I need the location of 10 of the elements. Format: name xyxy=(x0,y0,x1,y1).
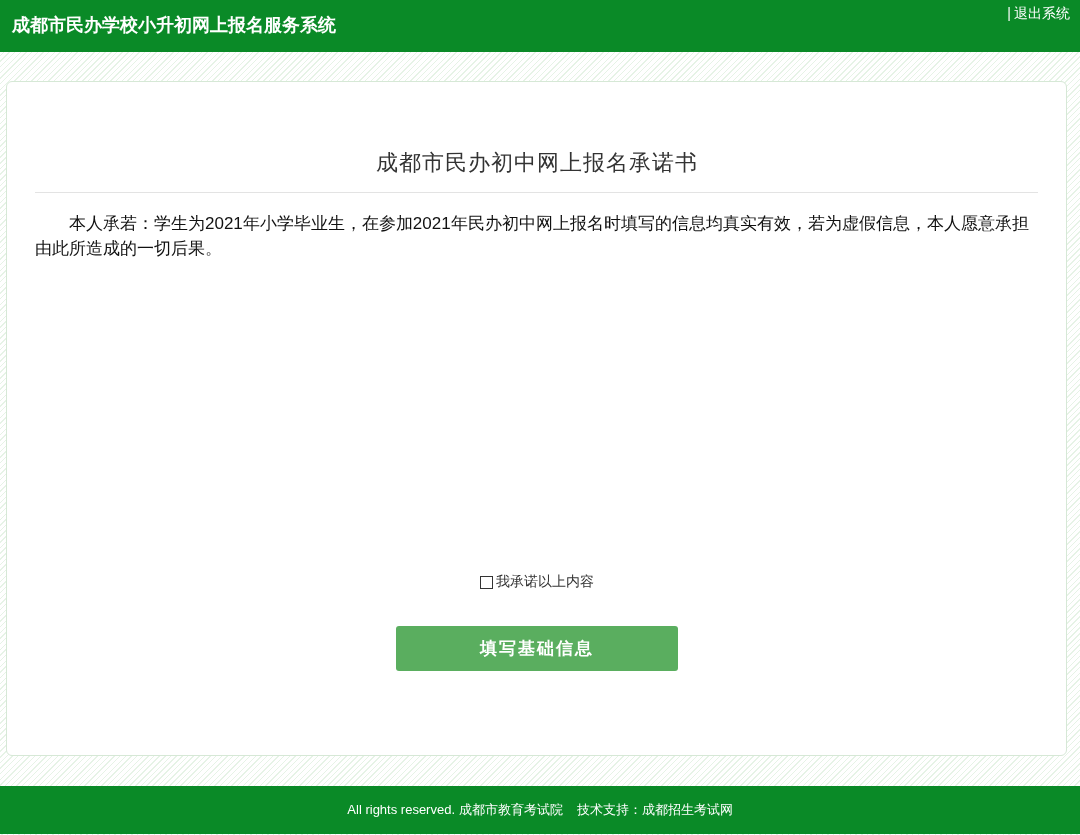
separator: | xyxy=(1007,5,1011,23)
agree-checkbox[interactable] xyxy=(479,575,493,589)
agree-label[interactable]: 我承诺以上内容 xyxy=(495,573,594,591)
system-title: 成都市民办学校小升初网上报名服务系统 xyxy=(12,14,336,37)
footer-text: All rights reserved. 成都市教育考试院 xyxy=(347,801,563,819)
footer-text: 技术支持：成都招生考试网 xyxy=(576,801,733,819)
fill-info-button[interactable]: 填写基础信息 xyxy=(395,626,678,671)
pledge-title: 成都市民办初中网上报名承诺书 xyxy=(35,148,1038,193)
pledge-text: 本人承若：学生为2021年小学毕业生，在参加2021年民办初中网上报名时填写的信息均真实有效，若为虚假信息，本人愿意承担由此所造成的一切后果。 xyxy=(35,213,1030,260)
logout-link[interactable]: 退出系统 xyxy=(1014,5,1070,23)
